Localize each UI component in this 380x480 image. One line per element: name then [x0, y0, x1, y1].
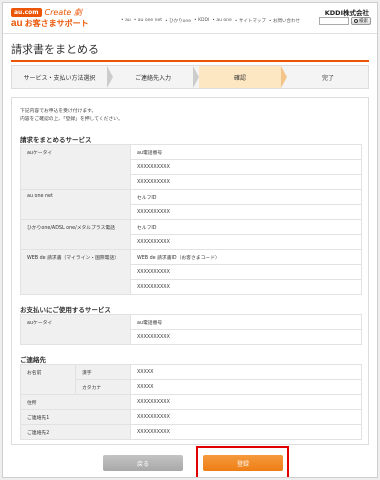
section-title-payment: お支払いにご使用するサービス — [20, 306, 111, 314]
support-logo[interactable]: au お客さまサポート — [11, 18, 89, 29]
table-row: auケータイ au電話番号 — [20, 144, 362, 190]
row-value-contact-2: XXXXXXXXXX — [130, 424, 362, 440]
support-title: お客さまサポート — [24, 19, 89, 28]
au-com-badge: au.com — [11, 8, 42, 17]
logo-top[interactable]: au.com Create 劇 — [11, 8, 82, 17]
row-value: XXXXXXXXXX — [130, 174, 362, 190]
confirmation-panel: 下記内容でお申込を受け付けます。 内容をご確認の上、「登録」を押してください。 … — [11, 97, 369, 445]
search-button-label: 検索 — [359, 19, 368, 24]
payment-table: auケータイ au電話番号 XXXXXXXXXX — [20, 314, 362, 345]
table-row: ひかりone/ADSL one/メタルプラス電話 セルフID — [20, 219, 362, 250]
row-value: au電話番号 — [130, 314, 362, 330]
step-service-select: サービス・支払い方法選択 — [23, 74, 96, 82]
row-label-address: 住所 — [20, 394, 131, 410]
row-label-contact-2: ご連絡先2 — [20, 424, 131, 440]
intro-line-1: 下記内容でお申込を受け付けます。 — [20, 109, 97, 114]
page-frame: au.com Create 劇 au お客さまサポート • au • au on… — [2, 2, 378, 478]
au-logo: au — [11, 18, 23, 29]
global-nav: • au • au one net • ひかりone • KDDI • au o… — [121, 18, 303, 24]
row-value: セルフID — [130, 189, 362, 205]
search-icon — [354, 19, 358, 23]
row-sublabel-katakana: カタカナ — [75, 379, 131, 395]
row-value: WEB de 請求書ID（お客さまコード） — [130, 249, 362, 265]
row-value: XXXXXXXXXX — [130, 204, 362, 220]
row-sublabel-kanji: 漢字 — [75, 364, 131, 380]
table-row: 住所 XXXXXXXXXX — [20, 394, 362, 410]
submit-button[interactable]: 登録 — [203, 455, 283, 471]
page-title: 請求書をまとめる — [11, 43, 99, 56]
nav-link-contact[interactable]: • お問い合わせ — [269, 18, 300, 24]
step-complete: 完了 — [321, 74, 334, 82]
back-button[interactable]: 戻る — [103, 455, 183, 471]
row-label-au-keitai: auケータイ — [20, 144, 131, 190]
row-value: au電話番号 — [130, 144, 362, 160]
nav-link-kddi[interactable]: • KDDI — [194, 18, 209, 24]
services-table: auケータイ au電話番号 XXXXXXXXXX XXXXXXXXXX au o… — [20, 144, 362, 295]
progress-steps: サービス・支払い方法選択 ご連絡先入力 確認 完了 — [11, 65, 369, 89]
row-label-au-one-net: au one net — [20, 189, 131, 220]
row-label-name: お名前 — [20, 364, 76, 395]
table-row: ご連絡先1 XXXXXXXXXX — [20, 409, 362, 425]
row-label-au-keitai: auケータイ — [20, 314, 131, 345]
site-header: au.com Create 劇 au お客さまサポート • au • au on… — [3, 3, 377, 33]
row-value-contact-1: XXXXXXXXXX — [130, 409, 362, 425]
table-row: お名前 漢字 XXXXX — [20, 364, 362, 395]
search-input[interactable] — [319, 17, 349, 25]
title-underline — [11, 60, 369, 62]
nav-link-hikari-one[interactable]: • ひかりone — [165, 18, 191, 24]
intro-line-2: 内容をご確認の上、「登録」を押してください。 — [20, 117, 123, 122]
section-title-services: 請求をまとめるサービス — [20, 136, 92, 144]
table-row: ご連絡先2 XXXXXXXXXX — [20, 424, 362, 440]
step-confirm: 確認 — [199, 66, 281, 88]
row-label-web-de-seikyusho: WEB de 請求書（マイライン・国際電話） — [20, 249, 131, 295]
row-value-kanji: XXXXX — [130, 364, 362, 380]
step-contact-input: ご連絡先入力 — [134, 74, 171, 82]
contact-table: お名前 漢字 XXXXX カタカナ XXXXX 住所 XXXXXXXXXX ご連… — [20, 364, 362, 440]
row-value-address: XXXXXXXXXX — [130, 394, 362, 410]
nav-link-au[interactable]: • au — [121, 18, 131, 24]
row-label-hikari-one: ひかりone/ADSL one/メタルプラス電話 — [20, 219, 131, 250]
company-logo[interactable]: KDDI株式会社 — [325, 7, 369, 17]
row-value: XXXXXXXXXX — [130, 329, 362, 345]
row-value: XXXXXXXXXX — [130, 159, 362, 175]
search-button[interactable]: 検索 — [351, 17, 371, 25]
row-label-contact-1: ご連絡先1 — [20, 409, 131, 425]
table-row: au one net セルフID — [20, 189, 362, 220]
nav-link-au-one[interactable]: • au one — [212, 18, 232, 24]
row-value: セルフID — [130, 219, 362, 235]
table-row: WEB de 請求書（マイライン・国際電話） WEB de 請求書ID（お客さま… — [20, 249, 362, 295]
header-divider — [3, 33, 377, 34]
row-value-katakana: XXXXX — [130, 379, 362, 395]
nav-link-au-one-net[interactable]: • au one net — [134, 18, 162, 24]
section-title-contact: ご連絡先 — [20, 356, 46, 364]
nav-link-sitemap[interactable]: • サイトマップ — [235, 18, 266, 24]
table-row: auケータイ au電話番号 — [20, 314, 362, 345]
row-value: XXXXXXXXXX — [130, 264, 362, 280]
intro-text: 下記内容でお申込を受け付けます。 内容をご確認の上、「登録」を押してください。 — [20, 108, 123, 124]
row-value: XXXXXXXXXX — [130, 234, 362, 250]
row-value: XXXXXXXXXX — [130, 279, 362, 295]
create-logo-text: Create 劇 — [44, 8, 82, 17]
